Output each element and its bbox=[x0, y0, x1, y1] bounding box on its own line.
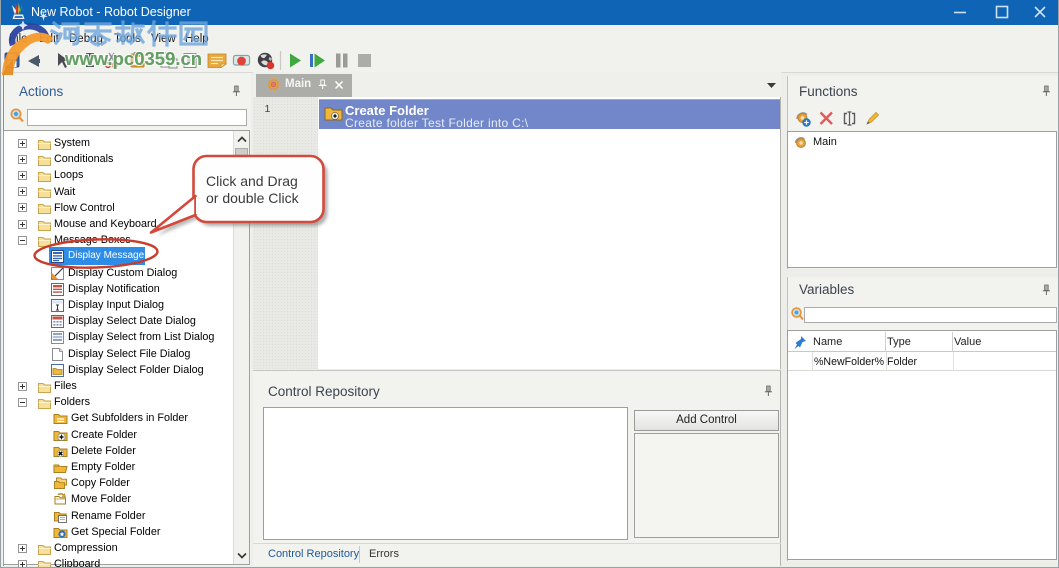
svg-text:or double Click: or double Click bbox=[206, 190, 300, 206]
svg-text:www.pc0359.cn: www.pc0359.cn bbox=[64, 48, 202, 69]
svg-text:Click and Drag: Click and Drag bbox=[206, 173, 298, 189]
